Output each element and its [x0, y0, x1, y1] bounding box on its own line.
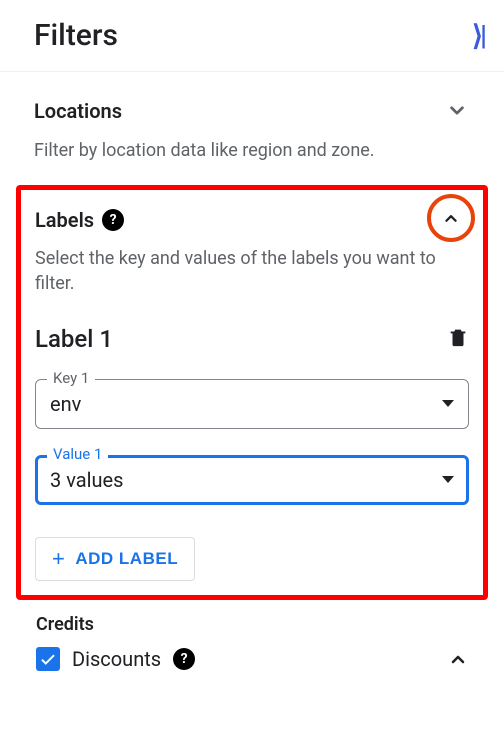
chevron-up-icon[interactable]	[446, 647, 470, 671]
triangle-down-icon	[442, 400, 454, 407]
chevron-down-icon[interactable]	[444, 98, 470, 124]
content-area: Locations Filter by location data like r…	[0, 72, 504, 671]
add-label-button[interactable]: + ADD LABEL	[35, 537, 195, 581]
value-field[interactable]: Value 1 3 values	[35, 455, 469, 505]
collapse-panel-icon[interactable]: ⟩|	[472, 19, 484, 52]
key-field-select[interactable]: env	[35, 379, 469, 429]
chevron-up-icon[interactable]	[440, 207, 462, 229]
key-field-label: Key 1	[47, 369, 95, 387]
locations-section-header[interactable]: Locations	[34, 98, 470, 124]
credits-row: Discounts ?	[36, 647, 470, 671]
labels-section-header[interactable]: Labels ?	[35, 208, 469, 232]
page-title: Filters	[34, 18, 118, 53]
labels-title-group: Labels ?	[35, 208, 124, 232]
delete-icon[interactable]	[447, 326, 469, 352]
key-field-value: env	[50, 392, 81, 416]
locations-title: Locations	[34, 99, 122, 123]
credits-title: Credits	[36, 614, 470, 635]
value-field-label: Value 1	[47, 445, 108, 463]
labels-description: Select the key and values of the labels …	[35, 246, 469, 296]
label-1-row: Label 1	[35, 325, 469, 353]
help-icon[interactable]: ?	[173, 648, 195, 670]
highlight-circle	[427, 194, 475, 242]
triangle-down-icon	[442, 476, 454, 483]
filters-header: Filters ⟩|	[0, 0, 504, 72]
labels-highlight-box: Labels ? Select the key and values of th…	[16, 185, 488, 599]
value-field-value: 3 values	[50, 468, 123, 492]
labels-title: Labels	[35, 208, 94, 232]
discount-option[interactable]: Discounts ?	[36, 647, 195, 671]
label-1-title: Label 1	[35, 325, 113, 353]
labels-highlight-wrap: Labels ? Select the key and values of th…	[16, 185, 488, 599]
add-label-text: ADD LABEL	[75, 549, 178, 569]
locations-description: Filter by location data like region and …	[34, 138, 470, 163]
checkbox-checked-icon[interactable]	[36, 647, 60, 671]
discount-label: Discounts	[72, 647, 161, 671]
key-field[interactable]: Key 1 env	[35, 379, 469, 429]
credits-section: Credits Discounts ?	[34, 614, 470, 671]
plus-icon: +	[52, 548, 65, 570]
help-icon[interactable]: ?	[102, 209, 124, 231]
